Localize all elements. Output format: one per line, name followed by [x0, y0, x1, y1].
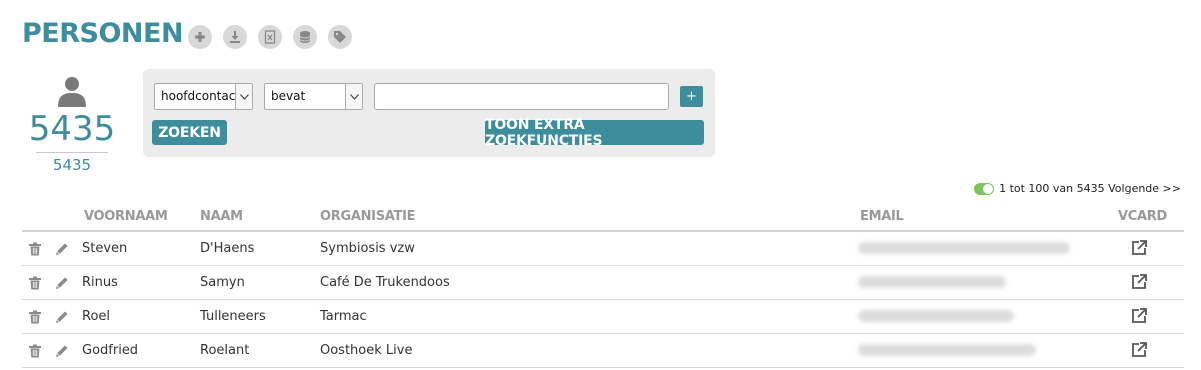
table-row: Godfried Roelant Oosthoek Live	[22, 334, 1184, 368]
cell-organisation: Symbiosis vzw	[320, 241, 415, 256]
email-redacted	[858, 242, 1070, 254]
table-row: Roel Tulleneers Tarmac	[22, 300, 1184, 334]
person-count-block: 5435 5435	[22, 76, 122, 174]
header-organisation[interactable]: ORGANISATIE	[320, 209, 416, 224]
external-link-icon[interactable]	[1130, 240, 1147, 257]
external-link-icon[interactable]	[1130, 274, 1147, 291]
cell-firstname: Rinus	[82, 275, 118, 290]
persons-table: VOORNAAM NAAM ORGANISATIE EMAIL VCARD St…	[22, 200, 1184, 368]
search-panel: hoofdcontac bevat + ZOEKEN TOON EXTRA ZO…	[143, 69, 715, 157]
pencil-icon[interactable]	[55, 310, 69, 324]
email-redacted	[858, 310, 1014, 322]
pagination-text[interactable]: 1 tot 100 van 5435 Volgende >>	[999, 182, 1181, 195]
email-redacted	[858, 344, 1036, 356]
search-button[interactable]: ZOEKEN	[152, 120, 227, 145]
tag-button[interactable]	[328, 25, 352, 49]
page-title: PERSONEN	[22, 18, 184, 49]
external-link-icon[interactable]	[1130, 308, 1147, 325]
header-vcard: VCARD	[1118, 209, 1167, 224]
external-link-icon[interactable]	[1130, 342, 1147, 359]
download-icon	[230, 31, 240, 43]
trash-icon[interactable]	[28, 344, 42, 358]
cell-firstname: Godfried	[82, 343, 139, 358]
pagination: 1 tot 100 van 5435 Volgende >>	[974, 182, 1181, 195]
header-firstname[interactable]: VOORNAAM	[84, 209, 168, 224]
pencil-icon[interactable]	[55, 276, 69, 290]
add-person-button[interactable]	[188, 25, 212, 49]
person-icon	[58, 77, 86, 107]
cell-lastname: Roelant	[200, 343, 250, 358]
cell-firstname: Roel	[82, 309, 111, 324]
plus-icon	[195, 32, 205, 42]
trash-icon[interactable]	[28, 276, 42, 290]
extra-search-functions-button[interactable]: TOON EXTRA ZOEKFUNCTIES	[485, 117, 704, 149]
title-actions	[188, 25, 352, 49]
header-email[interactable]: EMAIL	[860, 209, 904, 224]
cell-organisation: Tarmac	[320, 309, 367, 324]
person-total-small: 5435	[52, 156, 92, 174]
toggle-switch[interactable]	[974, 182, 995, 195]
search-input[interactable]	[374, 83, 669, 110]
table-row: Steven D'Haens Symbiosis vzw	[22, 232, 1184, 266]
table-row: Rinus Samyn Café De Trukendoos	[22, 266, 1184, 300]
trash-icon[interactable]	[28, 242, 42, 256]
stat-divider	[36, 152, 108, 153]
pencil-icon[interactable]	[55, 242, 69, 256]
tag-icon	[334, 31, 346, 43]
chevron-down-icon	[235, 84, 252, 109]
pencil-icon[interactable]	[55, 344, 69, 358]
database-icon	[299, 31, 311, 43]
person-total-large: 5435	[28, 109, 116, 149]
cell-organisation: Oosthoek Live	[320, 343, 413, 358]
cell-lastname: D'Haens	[200, 241, 255, 256]
cell-lastname: Samyn	[200, 275, 245, 290]
excel-export-button[interactable]	[258, 25, 282, 49]
trash-icon[interactable]	[28, 310, 42, 324]
cell-lastname: Tulleneers	[200, 309, 266, 324]
header-lastname[interactable]: NAAM	[200, 209, 243, 224]
search-field-select[interactable]: hoofdcontac	[154, 83, 253, 110]
search-operator-value: bevat	[271, 89, 306, 103]
excel-icon	[264, 30, 276, 44]
table-header: VOORNAAM NAAM ORGANISATIE EMAIL VCARD	[22, 200, 1184, 232]
search-operator-select[interactable]: bevat	[264, 83, 363, 110]
cell-organisation: Café De Trukendoos	[320, 275, 450, 290]
cell-firstname: Steven	[82, 241, 128, 256]
search-field-value: hoofdcontac	[161, 89, 236, 103]
chevron-down-icon	[345, 84, 362, 109]
database-button[interactable]	[293, 25, 317, 49]
add-criterion-button[interactable]: +	[680, 86, 703, 107]
email-redacted	[858, 276, 1006, 288]
download-button[interactable]	[223, 25, 247, 49]
